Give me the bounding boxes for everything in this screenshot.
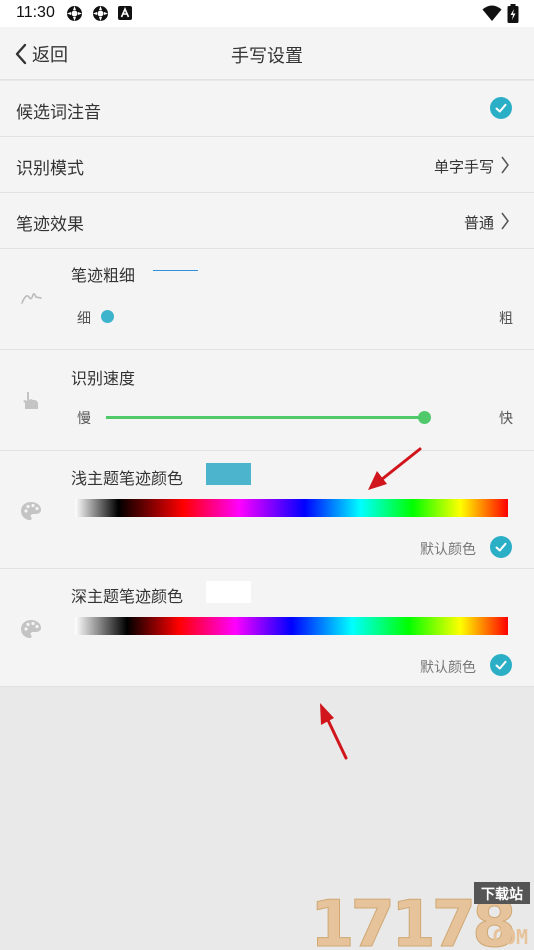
stroke-thickness-section: 笔迹粗细 细 粗 bbox=[0, 249, 534, 350]
palette-icon bbox=[21, 502, 41, 520]
back-button[interactable]: 返回 bbox=[14, 41, 68, 67]
speed-max-label: 快 bbox=[499, 411, 513, 427]
speed-slider-track[interactable] bbox=[106, 416, 425, 419]
pinyin-toggle[interactable] bbox=[490, 97, 512, 119]
pinyin-row[interactable]: 候选词注音 bbox=[0, 81, 534, 137]
stroke-thickness-title: 笔迹粗细 bbox=[71, 266, 136, 285]
light-default-color-toggle[interactable] bbox=[490, 536, 512, 558]
dark-default-color-toggle[interactable] bbox=[490, 654, 512, 676]
light-theme-color-spectrum[interactable] bbox=[75, 499, 508, 517]
dark-theme-color-title: 深主题笔迹颜色 bbox=[71, 587, 184, 606]
chevron-right-icon bbox=[501, 212, 509, 230]
hand-pointer-icon bbox=[23, 392, 38, 409]
palette-icon bbox=[21, 620, 41, 638]
speed-slider-thumb[interactable] bbox=[418, 411, 431, 424]
stroke-effect-label: 笔迹效果 bbox=[16, 215, 84, 235]
thickness-slider-thumb[interactable] bbox=[101, 310, 114, 323]
check-icon bbox=[495, 103, 507, 113]
stroke-icon bbox=[21, 293, 42, 304]
annotation-arrowhead-bottom bbox=[320, 703, 334, 725]
notification-app-icon bbox=[67, 6, 82, 21]
annotation-arrow-bottom bbox=[325, 716, 348, 760]
pinyin-label: 候选词注音 bbox=[16, 103, 101, 123]
recognition-mode-label: 识别模式 bbox=[16, 159, 84, 179]
thickness-max-label: 粗 bbox=[499, 311, 513, 327]
watermark-logo: 17178 下载站 .COM bbox=[310, 882, 530, 950]
speed-min-label: 慢 bbox=[77, 411, 91, 427]
check-icon bbox=[495, 660, 507, 670]
stroke-effect-row[interactable]: 笔迹效果 普通 bbox=[0, 193, 534, 249]
battery-icon bbox=[507, 4, 519, 23]
back-label: 返回 bbox=[32, 45, 68, 66]
dark-theme-color-section: 深主题笔迹颜色 默认颜色 bbox=[0, 569, 534, 687]
watermark-badge: 下载站 bbox=[481, 886, 523, 903]
recognition-mode-row[interactable]: 识别模式 单字手写 bbox=[0, 137, 534, 193]
dark-theme-color-swatch bbox=[206, 581, 251, 603]
wifi-icon bbox=[482, 5, 502, 21]
status-bar: 11:30 bbox=[0, 0, 534, 27]
thickness-min-label: 细 bbox=[77, 311, 91, 327]
dark-theme-color-spectrum[interactable] bbox=[75, 617, 508, 635]
light-theme-color-section: 浅主题笔迹颜色 默认颜色 bbox=[0, 451, 534, 569]
app-a-icon bbox=[118, 6, 132, 20]
status-time: 11:30 bbox=[16, 4, 55, 21]
chevron-right-icon bbox=[501, 156, 509, 174]
light-theme-color-swatch bbox=[206, 463, 251, 485]
page-title: 手写设置 bbox=[231, 46, 303, 67]
watermark-domain: .COM bbox=[480, 925, 528, 949]
stroke-effect-value: 普通 bbox=[463, 214, 494, 232]
nav-bar: 返回 手写设置 bbox=[0, 27, 534, 80]
dark-default-color-label: 默认颜色 bbox=[420, 660, 476, 676]
recognition-speed-title: 识别速度 bbox=[71, 369, 136, 388]
stroke-sample-line bbox=[153, 270, 198, 271]
check-icon bbox=[495, 542, 507, 552]
light-default-color-label: 默认颜色 bbox=[420, 542, 476, 558]
recognition-mode-value: 单字手写 bbox=[433, 158, 494, 176]
light-theme-color-title: 浅主题笔迹颜色 bbox=[71, 469, 184, 488]
back-chevron-icon bbox=[15, 43, 27, 65]
notification-app-icon-2 bbox=[93, 6, 108, 21]
recognition-speed-section: 识别速度 慢 快 bbox=[0, 350, 534, 451]
